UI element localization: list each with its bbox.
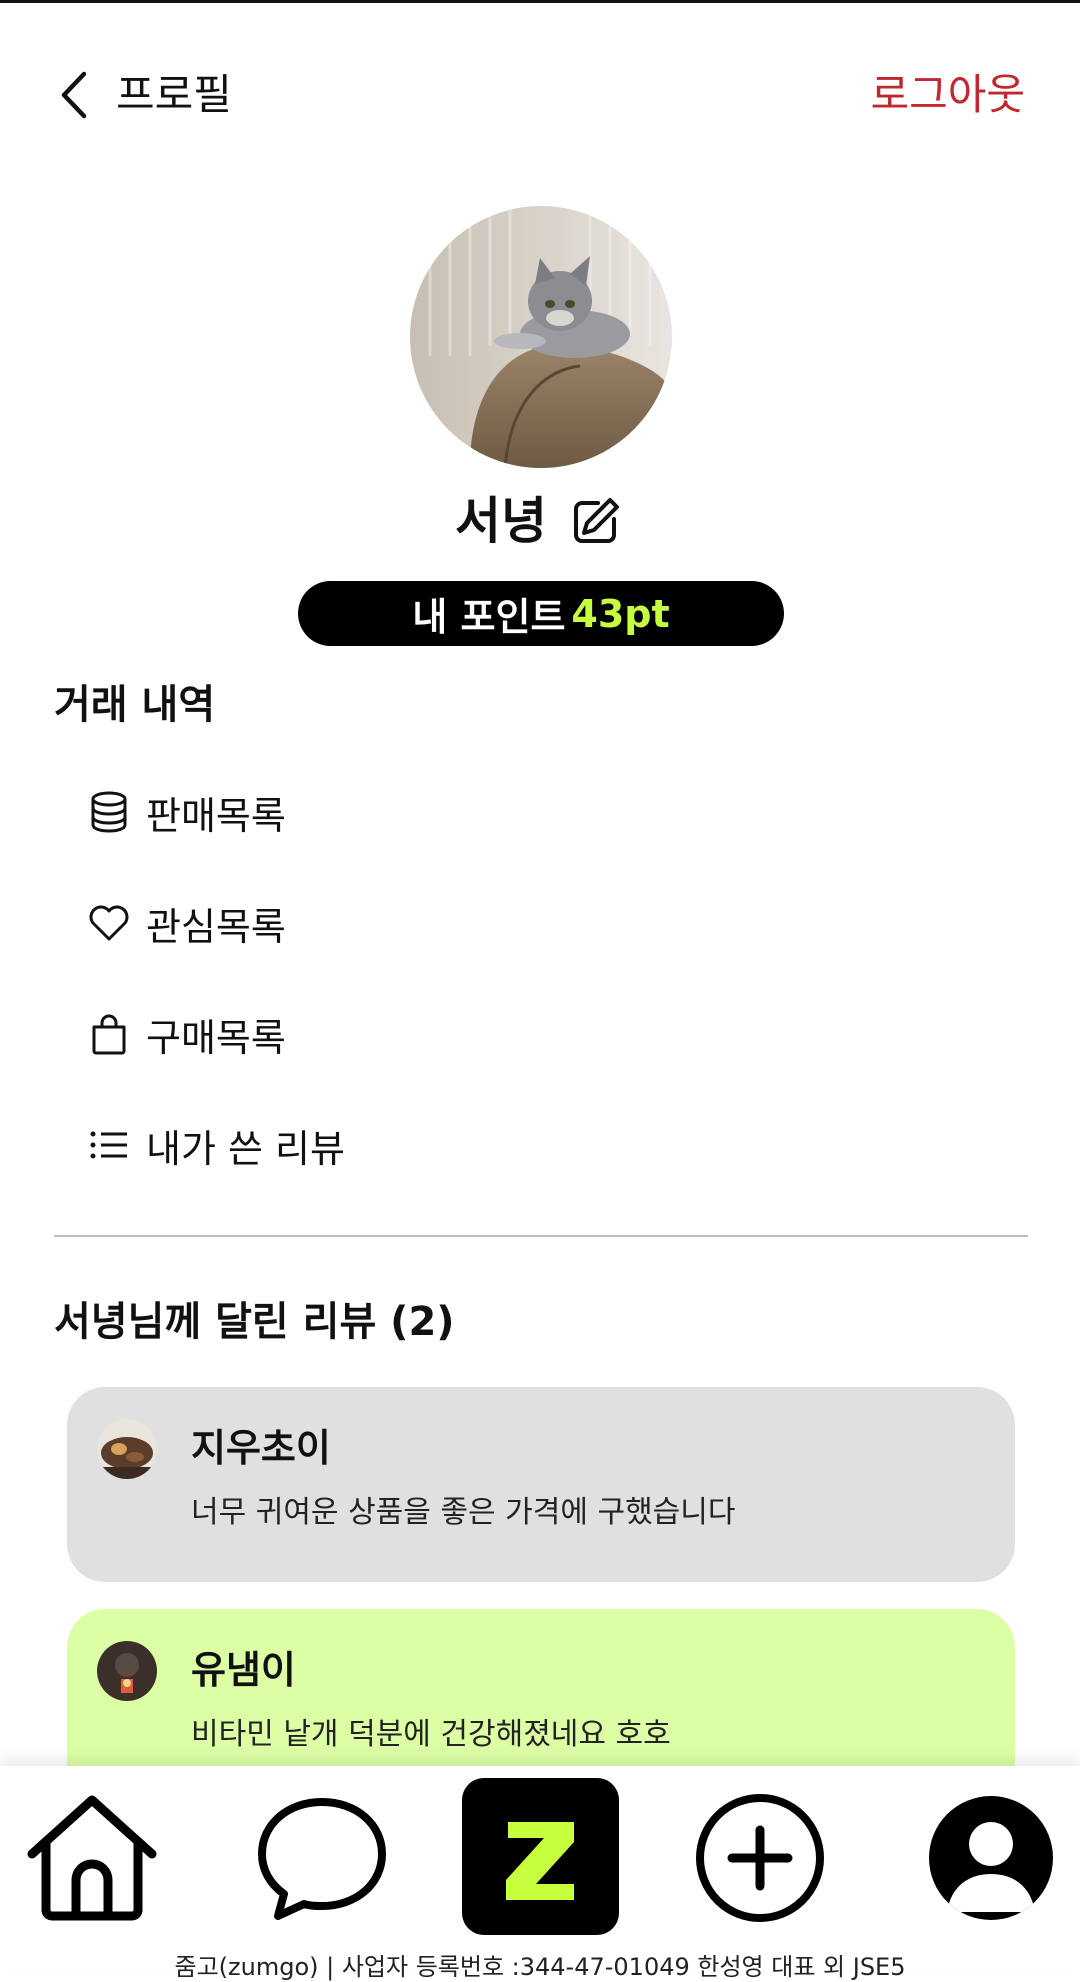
pencil-icon bbox=[574, 498, 619, 543]
bottom-navigation bbox=[0, 1766, 1080, 1971]
review-card[interactable]: 지우초이 너무 귀여운 상품을 좋은 가격에 구했습니다 bbox=[67, 1387, 1015, 1582]
points-value: 43pt bbox=[571, 591, 670, 636]
profile-avatar[interactable] bbox=[410, 206, 672, 468]
shopping-bag-icon bbox=[86, 1011, 132, 1057]
nav-home[interactable] bbox=[22, 1788, 162, 1928]
menu-item-purchases[interactable]: 구매목록 bbox=[86, 999, 286, 1069]
header: 프로필 로그아웃 bbox=[0, 60, 1080, 130]
profile-icon bbox=[929, 1796, 1053, 1920]
points-badge: 내 포인트 43pt bbox=[298, 581, 784, 646]
top-border bbox=[0, 0, 1080, 3]
back-button[interactable] bbox=[54, 70, 94, 120]
review-text: 너무 귀여운 상품을 좋은 가격에 구했습니다 bbox=[191, 1495, 736, 1530]
points-label: 내 포인트 bbox=[412, 595, 566, 639]
heart-icon bbox=[86, 900, 132, 946]
footer-business-info: 줌고(zumgo) | 사업자 등록번호 :344-47-01049 한성영 대… bbox=[174, 1953, 906, 1981]
chat-bubble-icon bbox=[258, 1798, 386, 1920]
nav-zumgo-home[interactable] bbox=[462, 1778, 619, 1935]
coins-stack-icon bbox=[86, 789, 132, 835]
menu-item-label: 내가 쓴 리뷰 bbox=[146, 1126, 345, 1171]
home-icon bbox=[27, 1795, 157, 1921]
profile-name-row: 서녕 bbox=[0, 486, 1080, 556]
menu-item-wishlist[interactable]: 관심목록 bbox=[86, 888, 286, 958]
menu-item-label: 구매목록 bbox=[146, 1015, 286, 1060]
edit-name-button[interactable] bbox=[567, 492, 625, 550]
list-icon bbox=[86, 1122, 132, 1168]
reviewer-name: 유냄이 bbox=[191, 1648, 296, 1692]
menu-item-label: 판매목록 bbox=[146, 793, 286, 838]
menu-item-my-reviews[interactable]: 내가 쓴 리뷰 bbox=[86, 1110, 345, 1180]
menu-item-sales[interactable]: 판매목록 bbox=[86, 777, 286, 847]
logout-button[interactable]: 로그아웃 bbox=[870, 68, 1025, 122]
reviewer-name: 지우초이 bbox=[191, 1426, 331, 1470]
cat-photo bbox=[410, 206, 672, 468]
page-title: 프로필 bbox=[116, 70, 232, 119]
chevron-left-icon bbox=[61, 71, 87, 119]
add-circle-icon bbox=[696, 1794, 824, 1922]
nav-chat[interactable] bbox=[252, 1788, 392, 1928]
review-text: 비타민 낱개 덕분에 건강해졌네요 호호 bbox=[191, 1717, 671, 1752]
reviewer-avatar bbox=[97, 1641, 157, 1701]
nav-add[interactable] bbox=[690, 1788, 830, 1928]
zumgo-logo bbox=[462, 1778, 619, 1935]
trade-history-title: 거래 내역 bbox=[54, 682, 216, 728]
reviewer-avatar bbox=[97, 1419, 157, 1479]
menu-item-label: 관심목록 bbox=[146, 904, 286, 949]
section-divider bbox=[54, 1235, 1028, 1237]
reviews-title: 서녕님께 달린 리뷰 (2) bbox=[54, 1299, 455, 1345]
nav-profile[interactable] bbox=[921, 1788, 1061, 1928]
user-name: 서녕 bbox=[455, 492, 547, 550]
